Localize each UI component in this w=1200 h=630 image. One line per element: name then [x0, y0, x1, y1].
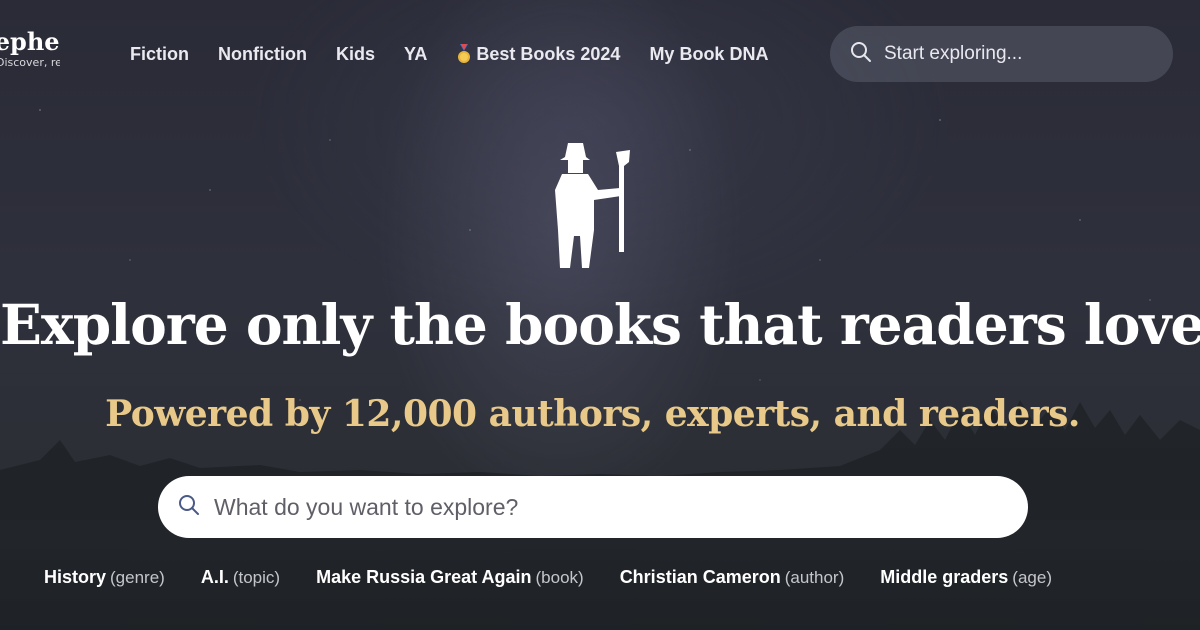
suggestion-list: History (genre) A.I. (topic) Make Russia G… [44, 567, 1052, 588]
hero-search-bar[interactable] [158, 476, 1028, 538]
suggestion-history[interactable]: History (genre) [44, 567, 165, 588]
medal-icon [456, 44, 472, 64]
search-icon [850, 41, 872, 67]
suggestion-kind: (genre) [110, 568, 165, 587]
suggestion-ai[interactable]: A.I. (topic) [201, 567, 280, 588]
nav-item-my-book-dna[interactable]: My Book DNA [649, 42, 768, 66]
suggestion-term: History [44, 567, 107, 587]
nav-item-nonfiction[interactable]: Nonfiction [218, 42, 307, 66]
hero-headline: Explore only the books that readers love… [0, 292, 1200, 357]
header-search-placeholder: Start exploring... [884, 43, 1023, 64]
suggestion-kind: (age) [1012, 568, 1052, 587]
suggestion-kind: (book) [535, 568, 584, 587]
shepherd-figure-icon [555, 143, 630, 268]
suggestion-kind: (topic) [232, 568, 281, 587]
logo[interactable]: Shepherd Discover, read. [0, 28, 60, 70]
suggestion-term: A.I. [200, 567, 229, 587]
hero-subheadline: Powered by 12,000 authors, experts, and … [105, 393, 1080, 435]
nav-item-fiction[interactable]: Fiction [130, 42, 189, 66]
logo-tagline: Discover, read. [0, 56, 60, 69]
suggestion-term: Make Russia Great Again [316, 567, 532, 587]
nav-item-best-books-2024[interactable]: Best Books 2024 [456, 42, 620, 66]
suggestion-term: Christian Cameron [619, 567, 781, 587]
suggestion-christian-cameron[interactable]: Christian Cameron (author) [620, 567, 845, 588]
nav-item-ya[interactable]: YA [404, 42, 427, 66]
suggestion-term: Middle graders [880, 567, 1009, 587]
nav-item-best-books-label: Best Books 2024 [476, 44, 621, 64]
hero-search-input[interactable] [214, 493, 994, 521]
main-nav: Fiction Nonfiction Kids YA Best Books 20… [130, 42, 768, 66]
search-icon [178, 494, 200, 520]
suggestion-make-russia-great-again[interactable]: Make Russia Great Again (book) [316, 567, 584, 588]
logo-name: Shepherd [0, 28, 60, 56]
suggestion-kind: (author) [784, 568, 845, 587]
suggestion-middle-graders[interactable]: Middle graders (age) [880, 567, 1052, 588]
nav-item-kids[interactable]: Kids [336, 42, 375, 66]
header-search-bar[interactable]: Start exploring... [830, 26, 1173, 82]
